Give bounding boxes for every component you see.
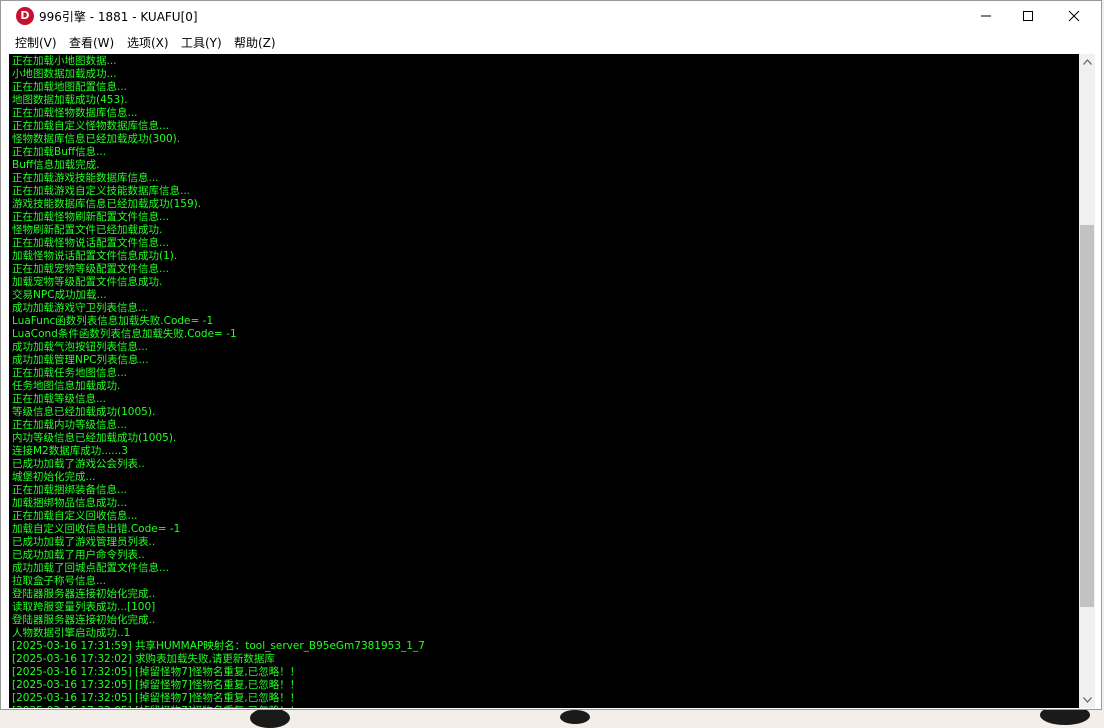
log-line: 成功加载了回城点配置文件信息...	[12, 562, 170, 574]
scroll-thumb[interactable]	[1080, 225, 1094, 607]
menu-tools[interactable]: 工具(Y)	[181, 34, 222, 51]
log-line: 任务地图信息加载成功.	[12, 380, 121, 392]
log-line: [2025-03-16 17:32:05] [掉留怪物7]怪物名重复,已忽略！！	[12, 705, 425, 708]
background-decoration	[560, 710, 590, 724]
log-line: 拉取盒子称号信息...	[12, 575, 107, 587]
menu-help[interactable]: 帮助(Z)	[234, 34, 276, 51]
log-line: 怪物数据库信息已经加载成功(300).	[12, 133, 181, 145]
log-line: 加载捆绑物品信息成功...	[12, 497, 128, 509]
background-decoration	[250, 708, 290, 728]
log-line: 正在加载地图配置信息...	[12, 81, 128, 93]
log-line: 成功加载管理NPC列表信息...	[12, 354, 149, 366]
log-line: 已成功加载了游戏管理员列表..	[12, 536, 156, 548]
window-title: 996引擎 - 1881 - KUAFU[0]	[39, 10, 198, 24]
scroll-up-button[interactable]	[1079, 54, 1095, 70]
log-line: 地图数据加载成功(453).	[12, 94, 128, 106]
maximize-button[interactable]	[1005, 1, 1051, 31]
title-bar[interactable]: D 996引擎 - 1881 - KUAFU[0]	[1, 1, 1101, 31]
close-icon	[1068, 10, 1080, 22]
log-line: 正在加载等级信息...	[12, 393, 107, 405]
log-line: LuaFunc函数列表信息加载失败.Code= -1	[12, 315, 214, 327]
log-line: 成功加载游戏守卫列表信息...	[12, 302, 149, 314]
log-line: [2025-03-16 17:32:05] [掉留怪物7]怪物名重复,已忽略！！	[12, 679, 301, 691]
log-line: 正在加载游戏技能数据库信息...	[12, 172, 159, 184]
log-line: 正在加载内功等级信息...	[12, 419, 128, 431]
log-line: 正在加载怪物刷新配置文件信息...	[12, 211, 170, 223]
app-window: D 996引擎 - 1881 - KUAFU[0] 控制(V) 查看(W) 选项…	[0, 0, 1102, 710]
log-line: 连接M2数据库成功......3	[12, 445, 128, 457]
log-console[interactable]: 正在加载小地图数据... 小地图数据加载成功... 正在加载地图配置信息... 地图数…	[9, 54, 1079, 708]
log-line: 成功加载气泡按钮列表信息...	[12, 341, 149, 353]
log-line: 交易NPC成功加载...	[12, 289, 107, 301]
log-line: 正在加载宠物等级配置文件信息...	[12, 263, 170, 275]
app-logo-icon[interactable]: D	[16, 7, 34, 25]
menu-view[interactable]: 查看(W)	[69, 34, 114, 51]
log-line: 正在加载自定义怪物数据库信息...	[12, 120, 170, 132]
minimize-icon	[981, 15, 991, 17]
log-line: 已成功加载了游戏公会列表..	[12, 458, 145, 470]
log-line: 正在加载小地图数据...	[12, 55, 117, 67]
log-line: LuaCond条件函数列表信息加载失败.Code= -1	[12, 328, 237, 340]
log-line: 已成功加载了用户命令列表..	[12, 549, 145, 561]
maximize-icon	[1023, 11, 1033, 21]
log-line: 正在加载任务地图信息...	[12, 367, 128, 379]
log-line: 正在加载Buff信息...	[12, 146, 107, 158]
log-line: 内功等级信息已经加载成功(1005).	[12, 432, 177, 444]
vertical-scrollbar[interactable]	[1079, 54, 1095, 708]
log-line: [2025-03-16 17:32:05] [掉留怪物7]怪物名重复,已忽略！！	[12, 692, 301, 704]
log-line: Buff信息加载完成.	[12, 159, 100, 171]
log-line: 正在加载怪物数据库信息...	[12, 107, 138, 119]
log-line: [2025-03-16 17:32:05] [掉留怪物7]怪物名重复,已忽略！！	[12, 666, 301, 678]
menu-control[interactable]: 控制(V)	[15, 34, 57, 51]
log-line: 人物数据引擎启动成功..1	[12, 627, 131, 639]
chevron-up-icon	[1082, 59, 1092, 65]
log-line: 正在加载自定义回收信息...	[12, 510, 138, 522]
log-line: 怪物刷新配置文件已经加载成功.	[12, 224, 163, 236]
log-line: 加载自定义回收信息出错.Code= -1	[12, 523, 181, 535]
log-line: 正在加载游戏自定义技能数据库信息...	[12, 185, 191, 197]
log-line: 等级信息已经加载成功(1005).	[12, 406, 156, 418]
log-line: 游戏技能数据库信息已经加载成功(159).	[12, 198, 202, 210]
log-line: 正在加载怪物说话配置文件信息...	[12, 237, 170, 249]
log-line: [2025-03-16 17:32:02] 求购表加载失败,请更新数据库	[12, 653, 275, 665]
log-line: 读取跨服变量列表成功...[100]	[12, 601, 156, 613]
log-line: 正在加载捆绑装备信息...	[12, 484, 128, 496]
log-line: 加载怪物说话配置文件信息成功(1).	[12, 250, 178, 262]
log-line: [2025-03-16 17:31:59] 共享HUMMAP映射名：tool_s…	[12, 640, 425, 652]
menu-options[interactable]: 选项(X)	[127, 34, 169, 51]
log-line: 小地图数据加载成功...	[12, 68, 117, 80]
log-lines: 正在加载小地图数据... 小地图数据加载成功... 正在加载地图配置信息... 地图数…	[12, 55, 425, 708]
log-line: 登陆器服务器连接初始化完成..	[12, 614, 156, 626]
menu-bar: 控制(V) 查看(W) 选项(X) 工具(Y) 帮助(Z)	[1, 31, 1101, 51]
scroll-down-button[interactable]	[1079, 692, 1095, 708]
minimize-button[interactable]	[963, 1, 1009, 31]
close-button[interactable]	[1051, 1, 1097, 31]
log-line: 加载宠物等级配置文件信息成功.	[12, 276, 163, 288]
chevron-down-icon	[1082, 697, 1092, 703]
log-line: 城堡初始化完成...	[12, 471, 96, 483]
log-line: 登陆器服务器连接初始化完成..	[12, 588, 156, 600]
